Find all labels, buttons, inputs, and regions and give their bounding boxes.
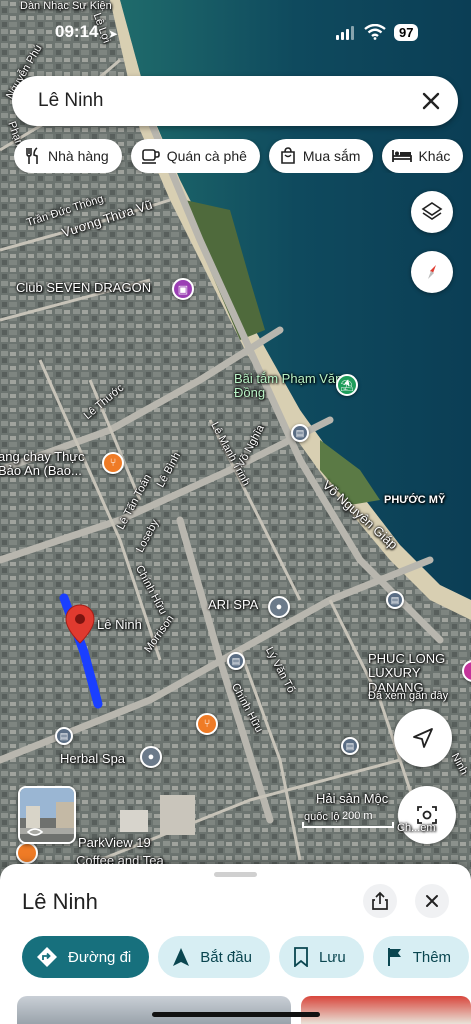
place-label[interactable]: ang chay Thực Bảo An (Bao... bbox=[0, 449, 98, 479]
compass-icon bbox=[428, 265, 436, 279]
lens-button[interactable] bbox=[398, 786, 456, 844]
layers-button[interactable] bbox=[411, 191, 453, 233]
close-icon[interactable] bbox=[418, 88, 444, 114]
place-photo[interactable] bbox=[301, 996, 471, 1024]
chip-coffee[interactable]: Quán cà phê bbox=[130, 139, 260, 173]
battery-indicator: 97 bbox=[394, 24, 419, 41]
search-bar[interactable]: Lê Ninh bbox=[12, 76, 458, 126]
place-sheet[interactable]: Lê Ninh Đường đi Bắt đầu Lưu Thêm bbox=[0, 864, 471, 1024]
place-photo[interactable] bbox=[17, 996, 291, 1024]
place-label[interactable]: ARI SPA bbox=[208, 597, 258, 612]
beach-icon[interactable]: ⛱ bbox=[336, 374, 358, 396]
chip-label: Khác bbox=[418, 148, 451, 164]
location-pin-icon[interactable] bbox=[65, 604, 95, 644]
hotel-icon bbox=[392, 150, 413, 162]
shopping-bag-icon bbox=[281, 147, 295, 164]
bus-stop-icon[interactable]: ▤ bbox=[291, 424, 309, 442]
bus-stop-icon[interactable]: ▤ bbox=[227, 652, 245, 670]
restaurant-pin-icon[interactable]: ⑂ bbox=[102, 452, 124, 474]
chip-label: Mua sắm bbox=[302, 148, 361, 164]
spa-pin-icon[interactable]: ● bbox=[140, 746, 162, 768]
action-label: Đường đi bbox=[68, 948, 132, 966]
chip-more[interactable]: Khác bbox=[382, 139, 464, 173]
add-more-button[interactable]: Thêm bbox=[372, 936, 470, 978]
coffee-icon bbox=[141, 149, 160, 164]
clock: 09:14 bbox=[55, 22, 99, 41]
location-services-icon: ➤ bbox=[108, 27, 119, 41]
share-button[interactable] bbox=[363, 884, 397, 918]
search-input[interactable]: Lê Ninh bbox=[38, 90, 104, 112]
status-bar: 09:14 ➤ 97 bbox=[0, 22, 471, 48]
chip-restaurants[interactable]: Nhà hàng bbox=[14, 139, 122, 173]
navigation-icon bbox=[173, 948, 190, 966]
action-label: Lưu bbox=[318, 948, 346, 966]
wifi-icon bbox=[364, 24, 386, 40]
start-button[interactable]: Bắt đầu bbox=[158, 936, 270, 978]
my-location-button[interactable] bbox=[394, 709, 452, 767]
share-icon bbox=[372, 891, 388, 910]
action-buttons: Đường đi Bắt đầu Lưu Thêm bbox=[22, 936, 471, 978]
close-icon bbox=[426, 895, 438, 907]
place-label[interactable]: ParkView 19 bbox=[78, 835, 151, 850]
flag-icon bbox=[387, 948, 401, 966]
place-label[interactable]: Club SEVEN DRAGON bbox=[16, 280, 151, 295]
map-scale: 200 m bbox=[302, 810, 394, 828]
nightlife-icon[interactable]: ▣ bbox=[172, 278, 194, 300]
bus-stop-icon[interactable]: ▤ bbox=[386, 591, 404, 609]
directions-icon bbox=[37, 947, 57, 967]
bus-stop-icon[interactable]: ▤ bbox=[341, 737, 359, 755]
photo-strip[interactable] bbox=[17, 996, 471, 1024]
close-sheet-button[interactable] bbox=[415, 884, 449, 918]
area-label: PHƯỚC MỸ bbox=[384, 494, 446, 506]
lens-label: Ch...em bbox=[397, 822, 436, 834]
place-label[interactable]: PHUC LONG LUXURY DANANG bbox=[368, 651, 464, 695]
chip-label: Quán cà phê bbox=[166, 148, 247, 164]
save-button[interactable]: Lưu bbox=[278, 936, 364, 978]
street-view-icon bbox=[26, 828, 44, 836]
action-label: Bắt đầu bbox=[200, 948, 252, 966]
place-label[interactable]: Herbal Spa bbox=[60, 751, 125, 766]
bookmark-icon bbox=[294, 947, 308, 967]
home-indicator bbox=[152, 1012, 320, 1017]
restaurant-icon bbox=[26, 147, 38, 164]
place-title: Lê Ninh bbox=[22, 889, 98, 914]
scale-label: 200 m bbox=[342, 810, 373, 822]
drag-handle[interactable] bbox=[214, 872, 257, 877]
chip-shopping[interactable]: Mua sắm bbox=[268, 139, 374, 173]
category-chips: Nhà hàng Quán cà phê Mua sắm Khác bbox=[14, 139, 471, 173]
spa-pin-icon[interactable]: ● bbox=[268, 596, 290, 618]
pin-label: Lê Ninh bbox=[97, 617, 142, 632]
map-view[interactable]: Dàn Nhạc Sự Kiện Lê Lợi Nguyễn Phú Phạm … bbox=[0, 0, 471, 880]
street-view-thumbnail[interactable] bbox=[18, 786, 76, 844]
restaurant-pin-icon[interactable]: ⑂ bbox=[196, 713, 218, 735]
navigation-arrow-icon bbox=[413, 728, 433, 748]
action-label: Thêm bbox=[412, 948, 452, 966]
cafe-pin-icon[interactable] bbox=[16, 842, 38, 864]
place-label[interactable]: Hải sản Mộc bbox=[316, 791, 388, 806]
chip-label: Nhà hàng bbox=[48, 148, 109, 164]
place-sublabel: Đã xem gần đây bbox=[368, 690, 449, 702]
place-label[interactable]: Bãi tắm Phạm Văn Đồng bbox=[234, 371, 344, 401]
compass-button[interactable] bbox=[411, 251, 453, 293]
street-label: Dàn Nhạc Sự Kiện bbox=[20, 0, 112, 12]
bus-stop-icon[interactable]: ▤ bbox=[55, 727, 73, 745]
cellular-signal-icon bbox=[336, 26, 354, 40]
directions-button[interactable]: Đường đi bbox=[22, 936, 150, 978]
layers-icon bbox=[421, 202, 443, 220]
